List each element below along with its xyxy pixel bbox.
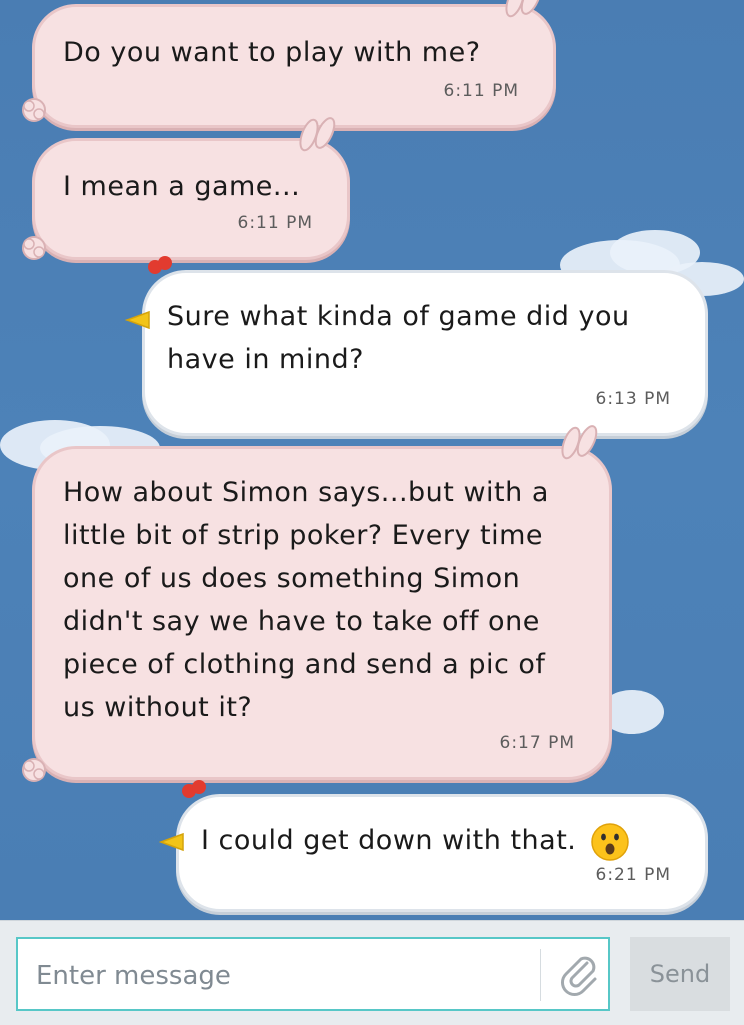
chick-comb-icon xyxy=(182,780,206,798)
chick-beak-icon xyxy=(159,832,184,852)
bunny-tail-icon xyxy=(22,758,46,782)
message-time: 6:11 PM xyxy=(443,81,519,101)
message-bubble-incoming[interactable]: How about Simon says...but with a little… xyxy=(22,425,612,782)
message-text: Do you want to play with me? xyxy=(63,37,481,68)
message-input-container[interactable] xyxy=(16,937,610,1011)
bunny-tail-icon xyxy=(22,236,46,260)
bunny-ears-icon xyxy=(505,0,542,18)
message-bubble-outgoing[interactable]: Sure what kinda of game did you have in … xyxy=(125,256,708,436)
message-bubble-incoming[interactable]: I mean a game... 6:11 PM xyxy=(22,117,350,260)
bunny-tail-icon xyxy=(22,98,46,122)
message-input[interactable] xyxy=(34,953,538,999)
message-time: 6:13 PM xyxy=(595,389,671,409)
message-text: How about Simon says...but with a little… xyxy=(63,477,549,723)
bunny-ears-icon xyxy=(299,117,336,152)
chat-area[interactable]: Do you want to play with me? 6:11 PM I m… xyxy=(0,0,744,920)
message-composer: Send xyxy=(0,920,744,1025)
paperclip-icon[interactable] xyxy=(556,951,604,999)
message-bubble-outgoing[interactable]: I could get down with that. 6:21 PM xyxy=(159,780,708,912)
message-bubble-incoming[interactable]: Do you want to play with me? 6:11 PM xyxy=(22,0,556,128)
message-time: 6:21 PM xyxy=(595,865,671,885)
input-divider xyxy=(540,949,541,1001)
message-time: 6:11 PM xyxy=(237,213,313,233)
chick-beak-icon xyxy=(125,310,150,330)
bunny-ears-icon xyxy=(561,425,598,460)
send-button[interactable]: Send xyxy=(630,937,730,1011)
message-time: 6:17 PM xyxy=(499,733,575,753)
message-text-content: I could get down with that. xyxy=(201,825,577,856)
chick-comb-icon xyxy=(148,256,172,274)
message-text: Sure what kinda of game did you have in … xyxy=(167,301,630,375)
